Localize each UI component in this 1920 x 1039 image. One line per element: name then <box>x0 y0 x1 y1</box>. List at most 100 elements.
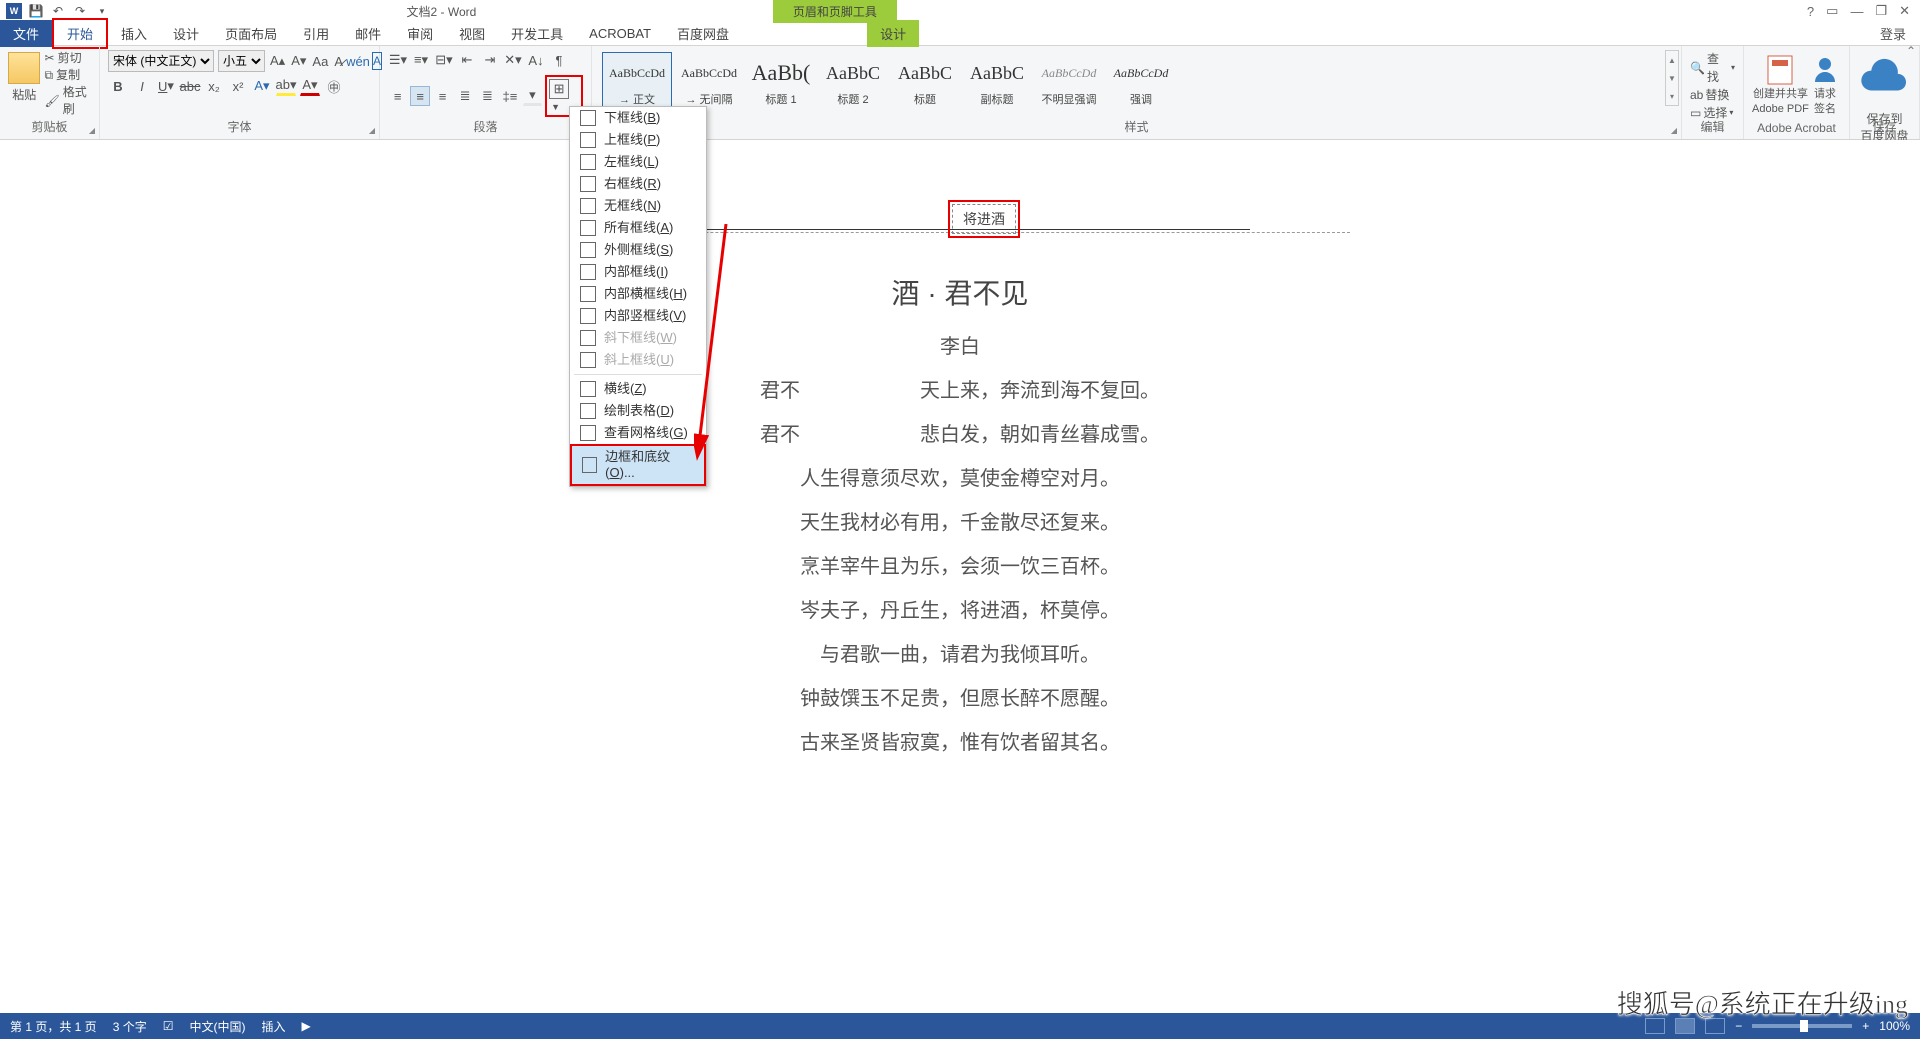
tab-header-design[interactable]: 设计 <box>867 20 919 47</box>
phonetic-guide-icon[interactable]: wén <box>348 51 368 71</box>
change-case-icon[interactable]: Aa <box>311 51 329 71</box>
subscript-icon[interactable]: x₂ <box>204 76 224 96</box>
align-left-icon[interactable]: ≡ <box>388 86 407 106</box>
style-副标题[interactable]: AaBbC副标题 <box>962 52 1032 110</box>
status-words[interactable]: 3 个字 <box>113 1018 147 1035</box>
border-menu-D[interactable]: 绘制表格(D) <box>570 400 706 422</box>
tab-page-layout[interactable]: 页面布局 <box>212 20 290 47</box>
clipboard-dialog-launcher[interactable]: ◢ <box>89 126 95 135</box>
bullets-icon[interactable]: ☰▾ <box>388 50 408 70</box>
shading-icon[interactable]: ▾ <box>523 86 542 106</box>
font-color-icon[interactable]: A▾ <box>300 76 320 96</box>
border-menu-I[interactable]: 内部框线(I) <box>570 261 706 283</box>
zoom-value[interactable]: 100% <box>1879 1019 1910 1033</box>
decrease-indent-icon[interactable]: ⇤ <box>457 50 477 70</box>
clear-format-icon[interactable]: A̷ <box>333 51 344 71</box>
border-menu-A[interactable]: 所有框线(A) <box>570 217 706 239</box>
tab-acrobat[interactable]: ACROBAT <box>576 22 664 45</box>
tab-mailings[interactable]: 邮件 <box>342 20 394 47</box>
shrink-font-icon[interactable]: A▾ <box>290 51 307 71</box>
border-menu-B[interactable]: 下框线(B) <box>570 107 706 129</box>
enclose-char-icon[interactable]: ㊥ <box>324 76 344 96</box>
status-page[interactable]: 第 1 页，共 1 页 <box>10 1018 97 1035</box>
font-dialog-launcher[interactable]: ◢ <box>369 126 375 135</box>
border-menu-S[interactable]: 外侧框线(S) <box>570 239 706 261</box>
minimize-icon[interactable]: — <box>1850 4 1863 19</box>
help-icon[interactable]: ? <box>1807 4 1814 19</box>
zoom-slider[interactable] <box>1752 1024 1852 1028</box>
qat-redo-icon[interactable]: ↷ <box>72 3 88 19</box>
create-pdf-button[interactable]: 创建并共享 Adobe PDF <box>1752 50 1809 116</box>
border-menu-O[interactable]: 边框和底纹(O)... <box>570 444 706 486</box>
tab-view[interactable]: 视图 <box>446 20 498 47</box>
border-menu-R[interactable]: 右框线(R) <box>570 173 706 195</box>
tab-design[interactable]: 设计 <box>160 20 212 47</box>
style-→ 正文[interactable]: AaBbCcDd→ 正文 <box>602 52 672 110</box>
style-标题 1[interactable]: AaBb(标题 1 <box>746 52 816 110</box>
copy-button[interactable]: ⧉复制 <box>45 67 91 84</box>
distribute-icon[interactable]: ≣ <box>478 86 497 106</box>
bold-icon[interactable]: B <box>108 76 128 96</box>
login-link[interactable]: 登录 <box>1880 24 1920 43</box>
qat-customize-icon[interactable]: ▾ <box>94 3 110 19</box>
border-menu-H[interactable]: 内部横框线(H) <box>570 283 706 305</box>
qat-undo-icon[interactable]: ↶ <box>50 3 66 19</box>
tab-references[interactable]: 引用 <box>290 20 342 47</box>
status-lang[interactable]: 中文(中国) <box>189 1018 245 1035</box>
tab-insert[interactable]: 插入 <box>108 20 160 47</box>
close-icon[interactable]: ✕ <box>1899 3 1910 19</box>
align-right-icon[interactable]: ≡ <box>433 86 452 106</box>
tab-review[interactable]: 审阅 <box>394 20 446 47</box>
styles-dialog-launcher[interactable]: ◢ <box>1671 126 1677 135</box>
font-family-select[interactable]: 宋体 (中文正文) <box>108 50 214 72</box>
paste-button[interactable]: 粘贴 <box>8 50 41 118</box>
line-spacing-icon[interactable]: ‡≡ <box>500 86 519 106</box>
tab-developer[interactable]: 开发工具 <box>498 20 576 47</box>
replace-button[interactable]: ab替换 <box>1690 86 1735 104</box>
qat-save-icon[interactable]: 💾 <box>28 3 44 19</box>
font-size-select[interactable]: 小五 <box>218 50 265 72</box>
underline-icon[interactable]: U▾ <box>156 76 176 96</box>
cut-button[interactable]: ✂剪切 <box>45 50 91 67</box>
align-center-icon[interactable]: ≡ <box>410 86 429 106</box>
justify-icon[interactable]: ≣ <box>455 86 474 106</box>
italic-icon[interactable]: I <box>132 76 152 96</box>
border-menu-N[interactable]: 无框线(N) <box>570 195 706 217</box>
zoom-out-icon[interactable]: − <box>1735 1019 1742 1033</box>
multilevel-icon[interactable]: ⊟▾ <box>434 50 454 70</box>
superscript-icon[interactable]: x² <box>228 76 248 96</box>
header-title-box[interactable]: 将进酒 <box>952 204 1016 234</box>
sort-icon[interactable]: A↓ <box>526 50 546 70</box>
show-marks-icon[interactable]: ¶ <box>549 50 569 70</box>
ribbon-collapse-icon[interactable]: ⌃ <box>1906 44 1916 58</box>
numbering-icon[interactable]: ≡▾ <box>411 50 431 70</box>
border-menu-V[interactable]: 内部竖框线(V) <box>570 305 706 327</box>
status-macro-icon[interactable]: ▶ <box>301 1019 310 1033</box>
asian-layout-icon[interactable]: ✕▾ <box>503 50 523 70</box>
status-proofing-icon[interactable]: ☑ <box>163 1019 174 1033</box>
restore-icon[interactable]: ❐ <box>1875 3 1887 19</box>
find-button[interactable]: 🔍查找▾ <box>1690 50 1735 86</box>
style-标题[interactable]: AaBbC标题 <box>890 52 960 110</box>
format-painter-button[interactable]: 🖌格式刷 <box>45 84 91 118</box>
status-mode[interactable]: 插入 <box>261 1018 285 1035</box>
style-不明显强调[interactable]: AaBbCcDd不明显强调 <box>1034 52 1104 110</box>
tab-baidu[interactable]: 百度网盘 <box>664 20 742 47</box>
highlight-icon[interactable]: ab▾ <box>276 76 296 96</box>
increase-indent-icon[interactable]: ⇥ <box>480 50 500 70</box>
borders-icon[interactable]: ⊞ <box>549 79 569 99</box>
tab-home[interactable]: 开始 <box>52 18 108 49</box>
tab-file[interactable]: 文件 <box>0 20 52 47</box>
style-强调[interactable]: AaBbCcDd强调 <box>1106 52 1176 110</box>
zoom-in-icon[interactable]: + <box>1862 1019 1869 1033</box>
styles-gallery-more[interactable]: ▲▼▾ <box>1665 50 1679 106</box>
request-sign-button[interactable]: 请求 签名 <box>1809 50 1841 116</box>
text-effects-icon[interactable]: A▾ <box>252 76 272 96</box>
style-→ 无间隔[interactable]: AaBbCcDd→ 无间隔 <box>674 52 744 110</box>
border-menu-L[interactable]: 左框线(L) <box>570 151 706 173</box>
style-标题 2[interactable]: AaBbC标题 2 <box>818 52 888 110</box>
border-menu-G[interactable]: 查看网格线(G) <box>570 422 706 444</box>
ribbon-options-icon[interactable]: ▭ <box>1826 3 1838 19</box>
grow-font-icon[interactable]: A▴ <box>269 51 286 71</box>
border-menu-Z[interactable]: 横线(Z) <box>570 378 706 400</box>
